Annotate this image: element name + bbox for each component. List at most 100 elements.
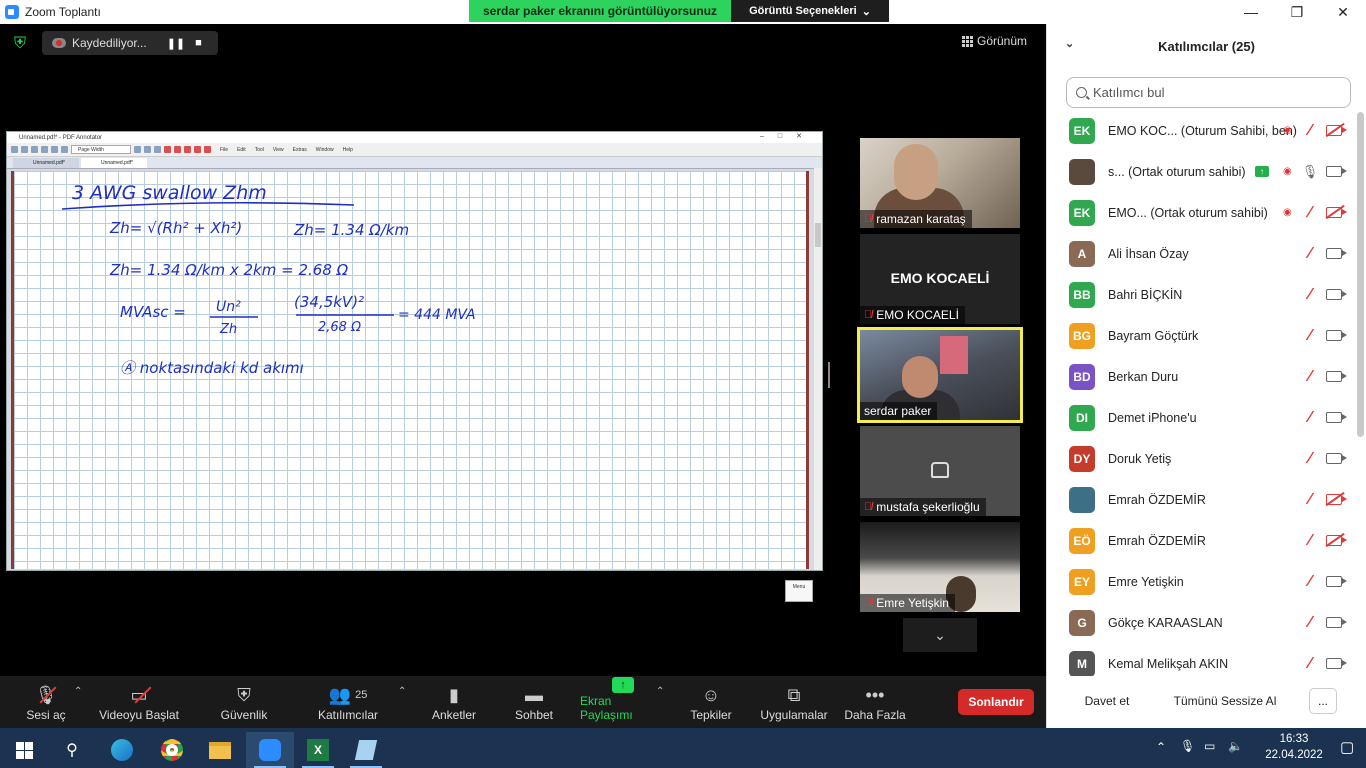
participant-row[interactable]: EK EMO KOC... (Oturum Sahibi, ben) ◉ ⁄ — [1047, 110, 1357, 151]
mic-muted-icon[interactable]: ⁄ — [1303, 532, 1317, 549]
reactions-button[interactable]: ☺ Tepkiler — [688, 676, 734, 728]
zoom-in-icon[interactable] — [134, 146, 141, 153]
video-tile[interactable]: 🎙̸ ramazan karataş — [860, 138, 1020, 228]
unmute-button[interactable]: 🎙 Sesi aç — [26, 676, 66, 728]
pdf-scrollbar[interactable] — [814, 168, 822, 570]
participants-scrollbar[interactable] — [1357, 112, 1364, 437]
share-caret-icon[interactable]: ⌃ — [656, 686, 664, 697]
panel-resize-handle[interactable] — [828, 362, 830, 388]
polls-button[interactable]: ▮ Anketler — [430, 676, 478, 728]
hand-icon[interactable] — [61, 146, 68, 153]
participant-row[interactable]: A Ali İhsan Özay ⁄ — [1047, 233, 1357, 274]
panel-more-button[interactable]: ... — [1309, 688, 1337, 714]
undo-icon[interactable] — [41, 146, 48, 153]
video-tile[interactable]: 🎙̸ Emre Yetişkin — [860, 522, 1020, 612]
camera-off-icon[interactable] — [1326, 125, 1347, 136]
pdf-tab[interactable]: Unnamed.pdf* — [13, 158, 79, 168]
menu-file[interactable]: File — [220, 147, 228, 153]
security-button[interactable]: ⛨ Güvenlik — [218, 676, 270, 728]
start-video-button[interactable]: ▭ Videoyu Başlat — [98, 676, 180, 728]
chrome-taskbar-icon[interactable] — [148, 732, 196, 768]
apps-button[interactable]: ⧉ Uygulamalar — [758, 676, 830, 728]
file-explorer-taskbar-icon[interactable] — [196, 732, 244, 768]
edge-taskbar-icon[interactable] — [98, 732, 146, 768]
mic-muted-icon[interactable]: ⁄ — [1303, 573, 1317, 590]
end-meeting-button[interactable]: Sonlandır — [958, 689, 1034, 715]
mic-muted-icon[interactable]: ⁄ — [1303, 614, 1317, 631]
encryption-shield-icon[interactable]: ⛨ — [10, 34, 30, 54]
mic-muted-icon[interactable]: ⁄ — [1303, 327, 1317, 344]
mic-muted-icon[interactable]: ⁄ — [1303, 204, 1317, 221]
participant-row[interactable]: BB Bahri BİÇKİN ⁄ — [1047, 274, 1357, 315]
chat-button[interactable]: ▬ Sohbet — [512, 676, 556, 728]
participants-button[interactable]: 👥 25 Katılımcılar — [316, 676, 380, 728]
participant-row[interactable]: BG Bayram Göçtürk ⁄ — [1047, 315, 1357, 356]
mic-muted-icon[interactable]: ⁄ — [1303, 286, 1317, 303]
copy-icon[interactable] — [21, 146, 28, 153]
participant-row[interactable]: BD Berkan Duru ⁄ — [1047, 356, 1357, 397]
mic-muted-icon[interactable]: ⁄ — [1303, 122, 1317, 139]
menu-window[interactable]: Window — [316, 147, 334, 153]
view-button[interactable]: Görünüm — [962, 34, 1027, 48]
camera-icon[interactable] — [1326, 248, 1347, 259]
camera-icon[interactable] — [1326, 166, 1347, 177]
participant-row[interactable]: s... (Ortak oturum sahibi) ↑ ◉ 🎙 — [1047, 151, 1357, 192]
participants-list[interactable]: EK EMO KOC... (Oturum Sahibi, ben) ◉ ⁄ s... … — [1047, 110, 1357, 676]
participant-row[interactable]: DY Doruk Yetiş ⁄ — [1047, 438, 1357, 479]
network-tray-icon[interactable]: ▭ — [1204, 739, 1215, 753]
invite-button[interactable]: Davet et — [1075, 688, 1139, 714]
notepad-taskbar-icon[interactable] — [342, 732, 390, 768]
participant-row[interactable]: EY Emre Yetişkin ⁄ — [1047, 561, 1357, 602]
eraser-icon[interactable] — [204, 146, 211, 153]
participant-row[interactable]: EK EMO... (Ortak oturum sahibi) ◉ ⁄ — [1047, 192, 1357, 233]
view-options-button[interactable]: Görüntü Seçenekleri ⌄ — [731, 0, 889, 22]
camera-off-icon[interactable] — [1326, 535, 1347, 546]
video-tile-active-speaker[interactable]: serdar paker — [857, 327, 1023, 423]
pen-icon[interactable] — [164, 146, 171, 153]
excel-taskbar-icon[interactable]: X — [294, 732, 342, 768]
camera-off-icon[interactable] — [1326, 207, 1347, 218]
cut-icon[interactable] — [11, 146, 18, 153]
stop-recording-button[interactable]: ■ — [195, 37, 202, 49]
marker-icon[interactable] — [174, 146, 181, 153]
more-button[interactable]: ••• Daha Fazla — [844, 676, 906, 728]
microphone-tray-icon[interactable]: 🎙 — [1180, 739, 1195, 753]
collapse-chevron-icon[interactable]: ⌄ — [1065, 37, 1074, 50]
mic-muted-icon[interactable]: ⁄ — [1303, 655, 1317, 672]
camera-icon[interactable] — [1326, 576, 1347, 587]
mic-muted-icon[interactable]: ⁄ — [1303, 491, 1317, 508]
camera-icon[interactable] — [1326, 453, 1347, 464]
pdf-scroll-thumb[interactable] — [815, 223, 821, 247]
paste-icon[interactable] — [31, 146, 38, 153]
camera-off-icon[interactable] — [1326, 494, 1347, 505]
participant-search-input[interactable]: Katılımcı bul — [1066, 77, 1351, 108]
share-screen-button[interactable]: ↑ Ekran Paylaşımı — [580, 676, 666, 728]
camera-icon[interactable] — [1326, 330, 1347, 341]
redo-icon[interactable] — [51, 146, 58, 153]
camera-icon[interactable] — [1326, 371, 1347, 382]
minimize-button[interactable]: — — [1228, 0, 1274, 24]
participant-row[interactable]: Emrah ÖZDEMİR ⁄ — [1047, 479, 1357, 520]
mic-muted-icon[interactable]: ⁄ — [1303, 245, 1317, 262]
mic-muted-icon[interactable]: ⁄ — [1303, 409, 1317, 426]
mic-muted-icon[interactable]: ⁄ — [1303, 450, 1317, 467]
start-button[interactable] — [0, 732, 48, 768]
taskbar-clock[interactable]: 16:33 22.04.2022 — [1262, 731, 1326, 763]
camera-icon[interactable] — [1326, 617, 1347, 628]
tray-chevron-icon[interactable]: ⌃ — [1156, 740, 1166, 754]
shared-screen[interactable]: Unnamed.pdf* - PDF Annotator –□✕ Page Wi… — [6, 131, 823, 602]
camera-icon[interactable] — [1326, 289, 1347, 300]
camera-icon[interactable] — [1326, 658, 1347, 669]
page-icon[interactable] — [144, 146, 151, 153]
pdf-menu-button[interactable]: Menu — [785, 580, 813, 602]
close-button[interactable]: ✕ — [1320, 0, 1366, 24]
pdf-page[interactable]: 3 AWG swallow Zhm Zh= √(Rh² + Xh²) Zh= 1… — [11, 171, 813, 602]
search-taskbar-icon[interactable]: ⚲ — [48, 732, 96, 768]
volume-tray-icon[interactable]: 🔈 — [1228, 739, 1243, 753]
mic-icon[interactable]: 🎙 — [1302, 164, 1319, 180]
maximize-button[interactable]: ❐ — [1274, 0, 1320, 24]
audio-options-caret-icon[interactable]: ⌃ — [74, 686, 82, 697]
shape-icon[interactable] — [194, 146, 201, 153]
participant-row[interactable]: M Kemal Melikşah AKIN ⁄ — [1047, 643, 1357, 676]
zoom-taskbar-icon[interactable] — [246, 732, 294, 768]
